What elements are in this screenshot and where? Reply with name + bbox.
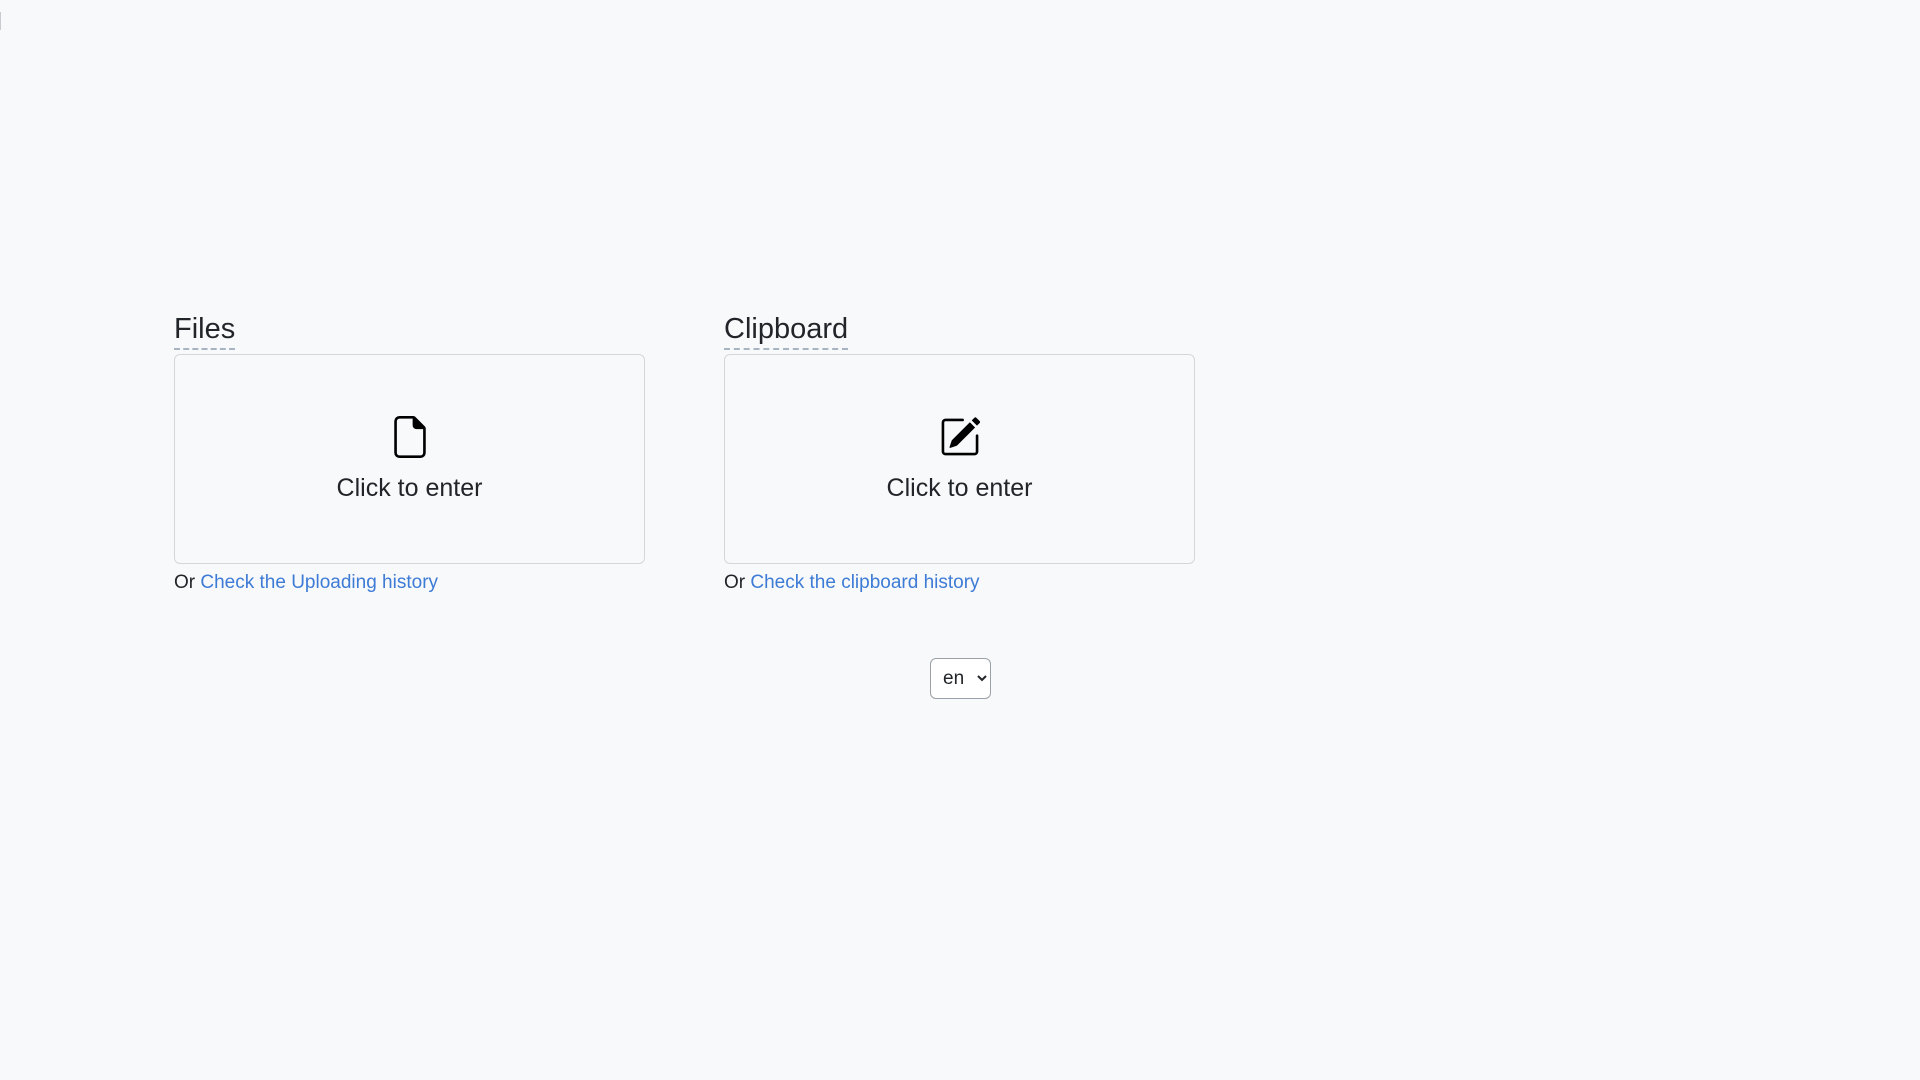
file-icon	[389, 415, 431, 473]
clipboard-card-label: Click to enter	[886, 474, 1033, 502]
clipboard-card[interactable]: Click to enter	[724, 354, 1195, 564]
clipboard-history-prefix: Or	[724, 572, 746, 593]
clipboard-title: Clipboard	[724, 310, 849, 350]
files-card[interactable]: Click to enter	[174, 354, 645, 564]
files-title: Files	[174, 310, 236, 350]
files-card-label: Click to enter	[336, 474, 483, 502]
files-history-prefix: Or	[174, 572, 196, 593]
language-selector-wrap: en	[930, 658, 991, 699]
files-history-line: Or Check the Uploading history	[174, 570, 645, 596]
pencil-square-icon	[939, 415, 981, 473]
language-select[interactable]: en	[930, 658, 991, 699]
text-cursor-mark	[0, 12, 1, 30]
files-section: Files Click to enter Or Check the Upload…	[174, 310, 645, 596]
clipboard-section: Clipboard Click to enter Or Check the cl…	[724, 310, 1195, 596]
clipboard-history-link[interactable]: Check the clipboard history	[750, 572, 979, 593]
clipboard-history-line: Or Check the clipboard history	[724, 570, 1195, 596]
uploading-history-link[interactable]: Check the Uploading history	[200, 572, 438, 593]
